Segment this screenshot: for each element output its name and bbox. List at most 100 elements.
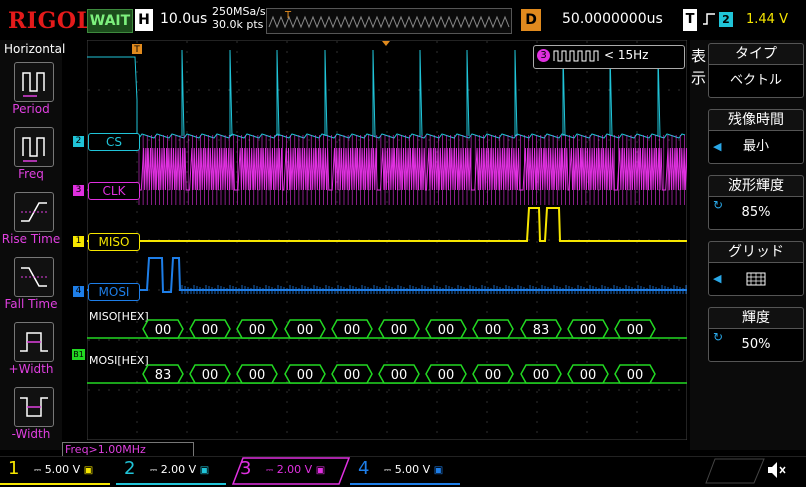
mosi-packet-value: 00 [532, 368, 549, 383]
miso-packet[interactable]: 00 [330, 319, 373, 339]
mosi-packet-value: 83 [155, 368, 172, 383]
menu-persistence[interactable]: 残像時間 ◀ 最小 [708, 109, 804, 164]
svg-text:T: T [133, 45, 140, 55]
mosi-packet[interactable]: 00 [189, 364, 232, 384]
menu-wave-intensity-value-text: 85% [741, 205, 771, 220]
measure-rise-time-button[interactable] [14, 192, 54, 232]
trigger-indicator: T [683, 9, 697, 31]
mosi-packet[interactable]: 00 [425, 364, 468, 384]
bus-marker[interactable]: B1 [72, 349, 85, 360]
menu-brightness-value-text: 50% [741, 337, 771, 352]
miso-packet[interactable]: 00 [236, 319, 279, 339]
menu-type-value[interactable]: ベクトル [708, 64, 804, 98]
measure-negative-width-button[interactable] [14, 387, 54, 427]
mosi-packet[interactable]: 83 [142, 364, 184, 384]
miso-packet-value: 00 [155, 323, 172, 338]
menu-grid-label: グリッド [708, 241, 804, 262]
mosi-packet-value: 00 [202, 368, 219, 383]
mosi-packet[interactable]: 00 [330, 364, 373, 384]
menu-type-value-text: ベクトル [729, 73, 782, 88]
knob-icon: ↻ [713, 198, 724, 212]
mosi-decode-label: MOSI[HEX] [89, 354, 149, 367]
rising-edge-icon [703, 13, 715, 25]
ch3-label-box[interactable]: CLK [88, 182, 140, 200]
measure-rise-time-label: Rise Time [1, 232, 61, 246]
menu-type-label: タイプ [708, 43, 804, 64]
ch1-marker[interactable]: 1 [73, 236, 84, 247]
mosi-packet[interactable]: 00 [519, 364, 562, 384]
mosi-packet[interactable]: 00 [283, 364, 326, 384]
measure-fall-time-label: Fall Time [4, 297, 58, 311]
miso-decode-label: MISO[HEX] [89, 310, 149, 323]
ch2-scale: ⎓ 2.00 V ▣ [150, 463, 210, 476]
sample-rate-readout: 250MSa/s [212, 5, 266, 18]
miso-packet[interactable]: 00 [566, 319, 609, 339]
ch4-marker[interactable]: 4 [73, 286, 84, 297]
miso-packet[interactable]: 00 [425, 319, 468, 339]
ch1-coupling-icon: ▣ [83, 465, 94, 476]
menu-persistence-value[interactable]: ◀ 最小 [708, 130, 804, 164]
measure-positive-width-label: +Width [8, 362, 54, 376]
ch4-label-box[interactable]: MOSI [88, 283, 140, 301]
ch2-label-box[interactable]: CS [88, 133, 140, 151]
mosi-packet[interactable]: 00 [236, 364, 279, 384]
miso-packet-value: 00 [249, 323, 266, 338]
measure-freq-label: Freq [18, 167, 44, 181]
menu-brightness[interactable]: 輝度 ↻ 50% [708, 307, 804, 362]
trigger-position-marker[interactable]: T [132, 44, 142, 55]
menu-wave-intensity-value[interactable]: ↻ 85% [708, 196, 804, 230]
ch3-marker[interactable]: 3 [73, 185, 84, 196]
trigger-source-badge: 2 [719, 12, 733, 27]
run-status-badge[interactable]: WAIT [87, 9, 133, 33]
mosi-packet-value: 00 [438, 368, 455, 383]
miso-packet[interactable]: 00 [472, 319, 515, 339]
miso-packet-value: 00 [485, 323, 502, 338]
measure-period-button[interactable] [14, 62, 54, 102]
measure-fall-time-button[interactable] [14, 257, 54, 297]
mosi-packet[interactable]: 00 [566, 364, 609, 384]
trigger-level-readout[interactable]: 1.44 V [746, 12, 788, 27]
ch1-label-box[interactable]: MISO [88, 233, 140, 251]
memory-depth-readout: 30.0k pts [212, 18, 264, 31]
ch3-number: 3 [240, 458, 252, 479]
mosi-packet-value: 00 [344, 368, 361, 383]
mosi-packet[interactable]: 00 [472, 364, 515, 384]
menu-type[interactable]: タイプ ベクトル [708, 43, 804, 98]
freq-icon [22, 137, 45, 162]
miso-packet[interactable]: 00 [142, 319, 184, 339]
mosi-packet[interactable]: 00 [378, 364, 420, 384]
menu-grid-value[interactable]: ◀ [708, 262, 804, 296]
miso-packet[interactable]: 00 [189, 319, 232, 339]
mosi-packet-value: 00 [391, 368, 408, 383]
ch4-scale: ⎓ 5.00 V ▣ [384, 463, 444, 476]
miso-packet[interactable]: 00 [614, 319, 656, 339]
positive-width-icon [20, 332, 48, 352]
menu-wave-intensity[interactable]: 波形輝度 ↻ 85% [708, 175, 804, 230]
miso-packet-value: 00 [438, 323, 455, 338]
ch2-marker[interactable]: 2 [73, 136, 84, 147]
ch2-scale-text: 2.00 V [160, 463, 197, 476]
menu-grid[interactable]: グリッド ◀ [708, 241, 804, 296]
measure-negative-width-label: -Width [11, 427, 51, 441]
menu-brightness-value[interactable]: ↻ 50% [708, 328, 804, 362]
menu-persistence-value-text: 最小 [742, 139, 769, 154]
ch1-number: 1 [8, 458, 20, 479]
mosi-packet-value: 00 [485, 368, 502, 383]
trigger-delay-readout[interactable]: 50.0000000us [562, 11, 663, 27]
miso-packet[interactable]: 00 [378, 319, 420, 339]
grid-icon [746, 272, 766, 285]
negative-width-icon [20, 397, 48, 417]
miso-packet[interactable]: 83 [519, 319, 562, 339]
mosi-packet[interactable]: 00 [614, 364, 656, 384]
miso-packet[interactable]: 00 [283, 319, 326, 339]
speaker-muted-icon[interactable] [764, 458, 788, 482]
overview-trigger-marker: T [285, 10, 292, 21]
timebase-readout[interactable]: 10.0us [160, 11, 207, 27]
brand-logo: RIGOL [8, 8, 93, 34]
mosi-packet-value: 00 [296, 368, 313, 383]
measure-positive-width-button[interactable] [14, 322, 54, 362]
miso-packet-value: 00 [391, 323, 408, 338]
mosi-packet-value: 00 [627, 368, 644, 383]
memory-overview-strip[interactable] [266, 8, 512, 34]
measure-freq-button[interactable] [14, 127, 54, 167]
